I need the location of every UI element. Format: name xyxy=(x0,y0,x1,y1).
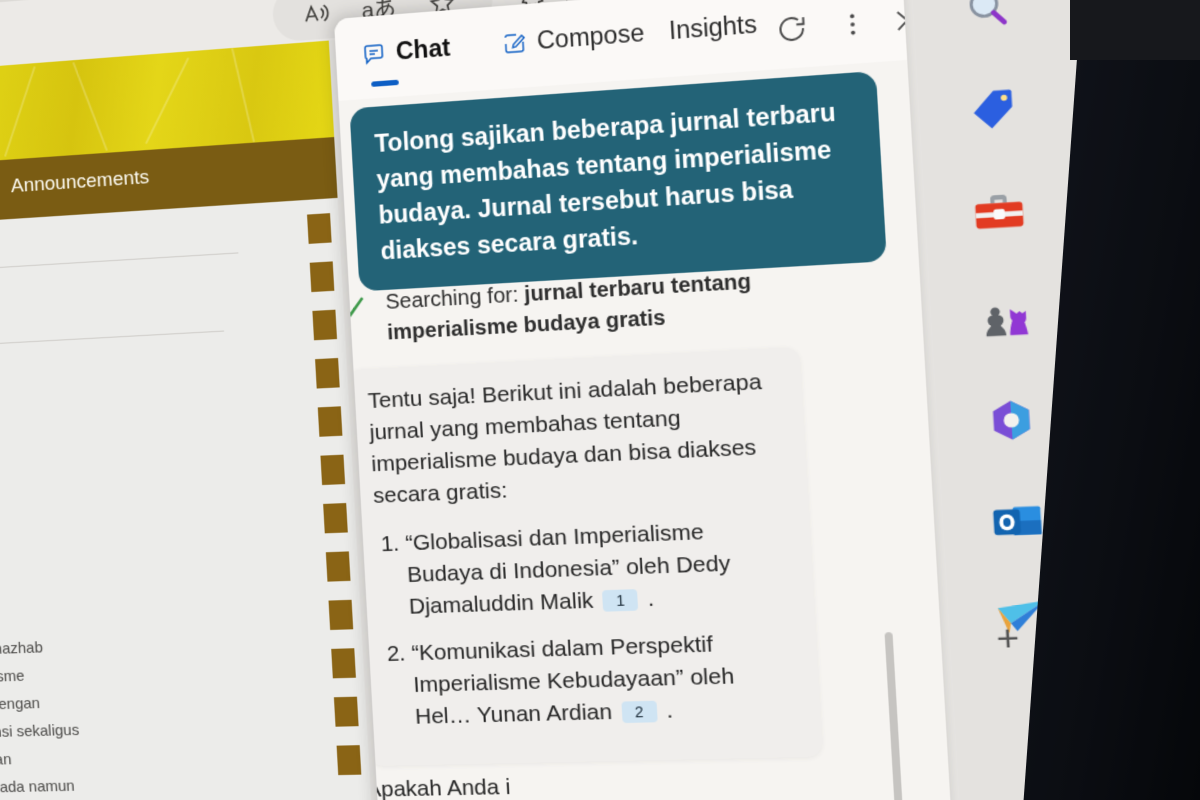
nav-item-announcements[interactable]: Announcements xyxy=(10,167,149,199)
refresh-button[interactable] xyxy=(766,3,818,54)
shopping-tag-icon[interactable] xyxy=(959,76,1027,142)
article-line: ulis menggambarkan xyxy=(0,750,12,771)
tab-compose-label: Compose xyxy=(536,18,645,55)
page-content: masing-masing. al melahirkan atang dari … xyxy=(0,197,376,800)
answer-intro: Tentu saja! Berikut ini adalah beberapa … xyxy=(367,369,763,509)
outlook-icon[interactable] xyxy=(983,490,1052,554)
microsoft365-icon[interactable] xyxy=(977,388,1046,453)
user-message-text: Tolong sajikan beberapa jurnal terbaru y… xyxy=(373,97,837,265)
background-webpage: Archives Announcements masing-masing. al… xyxy=(0,40,376,800)
citation-badge[interactable]: 2 xyxy=(621,701,658,724)
games-chess-icon[interactable] xyxy=(971,284,1039,349)
chat-scrollbar[interactable] xyxy=(884,632,906,800)
tab-compose[interactable]: Compose xyxy=(501,19,645,59)
tab-insights-label: Insights xyxy=(668,9,758,45)
list-item: “Komunikasi dalam Perspektif Imperialism… xyxy=(411,626,801,733)
active-tab-indicator xyxy=(371,79,399,87)
monitor-bezel-top xyxy=(1070,0,1200,60)
bing-chat-panel: Chat Compose Insights Tolong sajikan beb… xyxy=(333,0,955,800)
list-item-text: “Globalisasi dan Imperialisme Budaya di … xyxy=(404,519,732,620)
list-item: “Globalisasi dan Imperialisme Budaya di … xyxy=(405,513,794,623)
compose-pencil-icon xyxy=(501,29,528,56)
list-item-tail: . xyxy=(646,586,655,612)
answer-list: “Globalisasi dan Imperialisme Budaya di … xyxy=(375,513,800,734)
article-text: masing-masing. al melahirkan atang dari … xyxy=(0,575,185,800)
screenshot-root: MIRALIS ✕ 26 aあ xyxy=(0,0,1200,800)
more-options-button[interactable] xyxy=(826,0,879,50)
searching-prefix: Searching for: xyxy=(384,283,526,315)
user-message-bubble: Tolong sajikan beberapa jurnal terbaru y… xyxy=(349,70,887,292)
read-aloud-icon[interactable] xyxy=(291,0,341,33)
citation-badge[interactable]: 1 xyxy=(602,589,639,613)
article-line: perialisme budaya ada namun xyxy=(0,777,76,798)
tab-chat[interactable]: Chat xyxy=(360,33,451,68)
chat-thread: Tolong sajikan beberapa jurnal terbaru y… xyxy=(338,60,955,800)
chat-bubble-icon xyxy=(360,40,387,67)
monitor-screen: MIRALIS ✕ 26 aあ xyxy=(0,0,1200,800)
list-item-text: “Komunikasi dalam Perspektif Imperialism… xyxy=(410,632,735,730)
tab-insights[interactable]: Insights xyxy=(668,10,758,46)
tab-chat-label: Chat xyxy=(395,33,451,65)
followup-text: Apakah Anda i xyxy=(365,774,512,800)
toolbox-icon[interactable] xyxy=(965,180,1033,246)
list-item-tail: . xyxy=(665,698,674,724)
search-icon[interactable] xyxy=(953,0,1021,41)
assistant-answer-card: Tentu saja! Berikut ini adalah beberapa … xyxy=(347,346,823,767)
add-button[interactable]: + xyxy=(995,617,1020,660)
